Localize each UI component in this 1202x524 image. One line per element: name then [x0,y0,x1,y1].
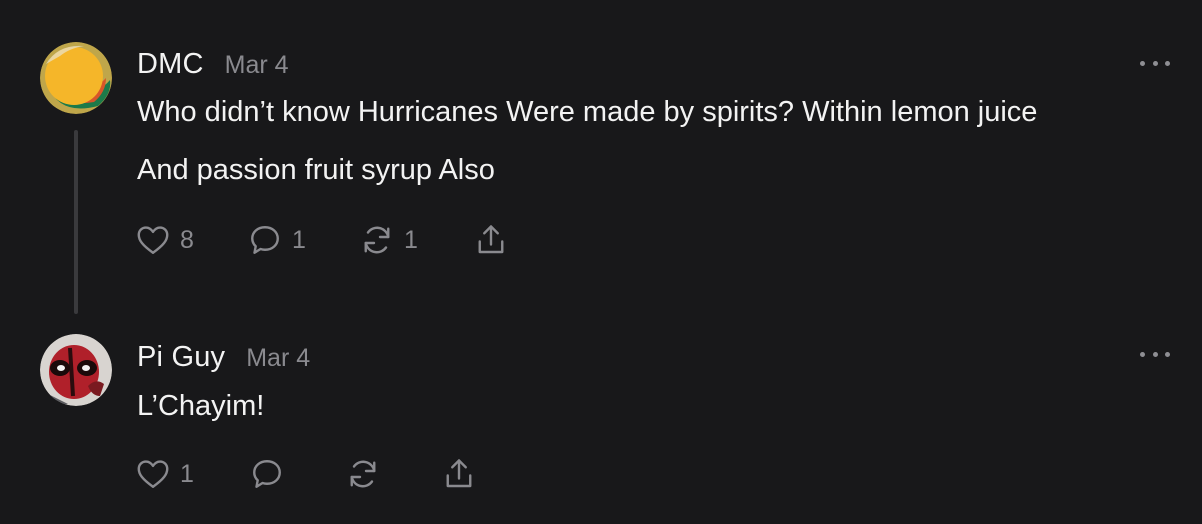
repost-button[interactable] [345,454,381,494]
timestamp[interactable]: Mar 4 [225,51,289,80]
thread-post: DMC Mar 4 Who didn’t know Hurricanes Wer… [0,0,1202,320]
reply-button[interactable] [249,454,285,494]
heart-icon [137,226,169,254]
deadpool-avatar-icon [40,334,112,406]
repost-icon [350,460,376,488]
more-icon [1140,351,1145,357]
heart-icon [137,460,169,488]
avatar[interactable] [40,334,112,406]
like-count: 1 [180,459,194,488]
thread-line [74,130,78,314]
share-icon [446,459,472,488]
post-header: DMC Mar 4 [137,48,289,81]
post-text-line: And passion fruit syrup Also [137,154,495,186]
like-button[interactable]: 1 [135,454,194,494]
repost-count: 1 [404,225,418,254]
orange-circle-avatar-icon [40,42,112,114]
more-icon [1140,60,1145,66]
thread-post: Pi Guy Mar 4 L’Chayim! 1 [0,320,1202,524]
reply-count: 1 [292,225,306,254]
more-options-button[interactable] [1140,346,1170,362]
share-button[interactable] [441,454,477,494]
post-text-line: Who didn’t know Hurricanes Were made by … [137,96,1038,128]
avatar[interactable] [40,42,112,114]
post-header: Pi Guy Mar 4 [137,341,310,374]
reply-button[interactable]: 1 [247,220,306,260]
like-button[interactable]: 8 [135,220,194,260]
comment-icon [251,226,279,254]
username[interactable]: DMC [137,48,204,81]
comment-icon [253,460,281,488]
repost-icon [364,226,390,254]
more-options-button[interactable] [1140,55,1170,71]
like-count: 8 [180,225,194,254]
username[interactable]: Pi Guy [137,341,225,374]
share-icon [478,225,504,254]
post-text-line: L’Chayim! [137,390,265,422]
repost-button[interactable]: 1 [359,220,418,260]
share-button[interactable] [473,220,509,260]
timestamp[interactable]: Mar 4 [246,344,310,373]
